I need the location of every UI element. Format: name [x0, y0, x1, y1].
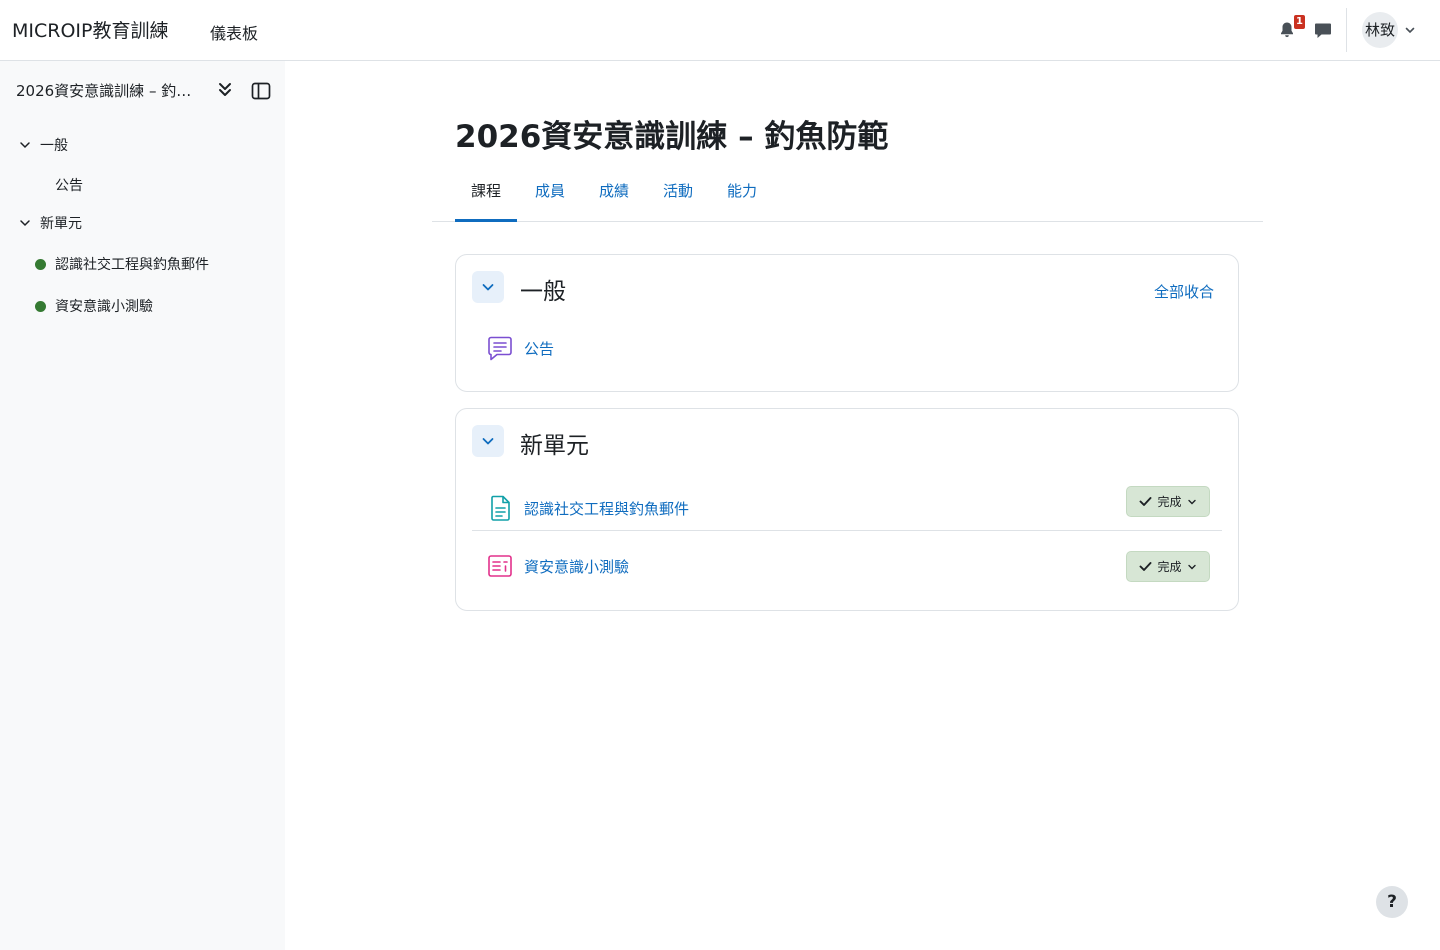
chevron-down-icon [1187, 564, 1196, 569]
activity-row: 資安意識小測驗 完成 [472, 543, 1222, 589]
chevron-down-icon [482, 284, 494, 291]
drawer-item-announcements[interactable]: 公告 [55, 175, 83, 195]
course-section-new-unit: 新單元 認識社交工程與釣魚郵件 完成 資安意識小測驗 完成 [455, 408, 1239, 611]
notification-count-badge: 1 [1294, 15, 1305, 29]
nav-dashboard-link[interactable]: 儀表板 [210, 20, 258, 44]
drawer-section-new-unit[interactable]: 新單元 [18, 212, 82, 234]
drawer-item-social-engineering[interactable]: 認識社交工程與釣魚郵件 [35, 253, 209, 275]
tab-grades[interactable]: 成績 [583, 170, 645, 222]
navbar-divider [1346, 8, 1347, 52]
drawer-section-general[interactable]: 一般 [18, 134, 68, 156]
drawer-item-quiz[interactable]: 資安意識小測驗 [35, 295, 153, 317]
completed-dot-icon [35, 258, 46, 270]
collapse-all-link[interactable]: 全部收合 [1154, 281, 1214, 302]
drawer-course-title: 2026資安意識訓練 – 釣魚防範 [16, 82, 202, 100]
section-toggle-button[interactable] [472, 271, 504, 303]
chevron-down-icon [1187, 499, 1196, 504]
activity-row: 公告 [472, 325, 1222, 371]
check-icon [1140, 562, 1152, 571]
site-brand[interactable]: MICROIP教育訓練 [12, 16, 168, 43]
page-icon [491, 495, 510, 521]
activity-row: 認識社交工程與釣魚郵件 完成 [472, 485, 1222, 531]
section-title[interactable]: 新單元 [520, 426, 589, 460]
page-title: 2026資安意識訓練 – 釣魚防範 [455, 119, 889, 155]
activity-link-social-engineering[interactable]: 認識社交工程與釣魚郵件 [524, 498, 689, 519]
user-menu-chevron-down-icon[interactable] [1404, 24, 1416, 36]
chevron-down-icon [20, 220, 30, 227]
drawer-item-label: 資安意識小測驗 [55, 299, 153, 315]
bell-icon [1281, 22, 1293, 38]
completion-label: 完成 [1157, 560, 1182, 574]
drawer-section-label: 新單元 [40, 216, 82, 232]
course-section-general: 一般 全部收合 公告 [455, 254, 1239, 392]
chevron-down-icon [20, 142, 30, 149]
section-title[interactable]: 一般 [520, 272, 566, 306]
drawer-item-label: 認識社交工程與釣魚郵件 [55, 257, 209, 273]
completed-dot-icon [35, 300, 46, 312]
help-button[interactable]: ? [1376, 886, 1408, 918]
course-index-drawer: 2026資安意識訓練 – 釣魚防範 一般 公告 新單元 認識社交工程與釣魚郵件 … [0, 61, 285, 950]
tab-participants[interactable]: 成員 [519, 170, 581, 222]
activity-link-announcements[interactable]: 公告 [524, 338, 554, 359]
forum-icon [488, 336, 512, 361]
completion-dropdown-button[interactable]: 完成 [1126, 551, 1210, 582]
course-tabs: 課程 成員 成績 活動 能力 [432, 170, 1263, 222]
tab-course[interactable]: 課程 [455, 170, 518, 222]
collapse-all-chevrons-icon[interactable] [216, 80, 234, 100]
quiz-icon [488, 555, 512, 577]
messages-button[interactable] [1312, 19, 1334, 41]
top-navbar: MICROIP教育訓練 儀表板 1 林致 [0, 0, 1440, 61]
completion-dropdown-button[interactable]: 完成 [1126, 486, 1210, 517]
check-icon [1140, 497, 1152, 506]
chevron-down-icon [482, 438, 494, 445]
tab-activities[interactable]: 活動 [647, 170, 709, 222]
section-toggle-button[interactable] [472, 425, 504, 457]
activity-link-quiz[interactable]: 資安意識小測驗 [524, 556, 629, 577]
message-icon [1315, 23, 1331, 38]
completion-label: 完成 [1157, 495, 1182, 509]
close-drawer-icon[interactable] [251, 82, 271, 100]
drawer-section-label: 一般 [40, 138, 68, 154]
user-avatar[interactable]: 林致 [1362, 12, 1398, 48]
tab-competencies[interactable]: 能力 [711, 170, 773, 222]
